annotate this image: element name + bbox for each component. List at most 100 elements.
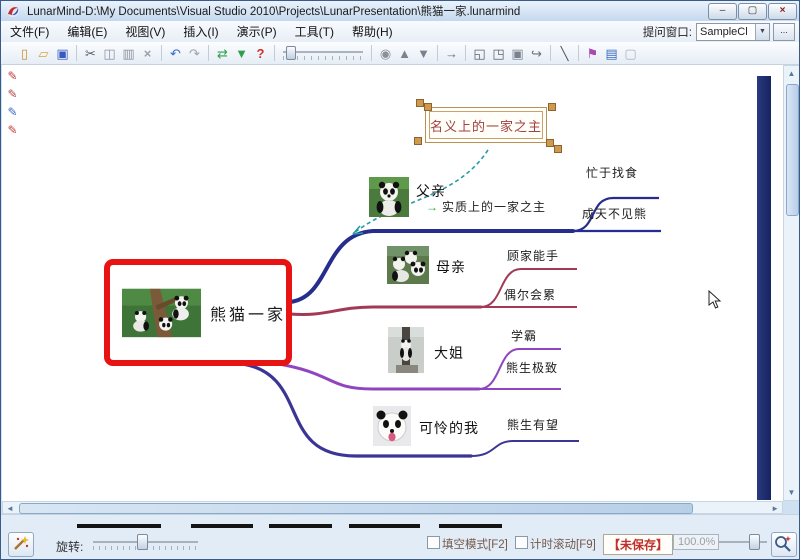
scroll-down-icon[interactable]: ▼: [784, 488, 799, 497]
horizontal-scrollbar[interactable]: ◄ ►: [2, 501, 783, 514]
leaf-label[interactable]: 偶尔会累: [504, 286, 556, 303]
app-logo-icon: [7, 5, 19, 17]
toolbar-separator: [465, 45, 466, 61]
magic-wand-icon: [14, 536, 29, 550]
leaf-label[interactable]: 忙于找食: [586, 164, 638, 181]
horizontal-scroll-thumb[interactable]: [19, 503, 693, 514]
vertical-scroll-thumb[interactable]: [786, 84, 799, 216]
expand-all-icon[interactable]: ▲: [395, 44, 414, 63]
toolbar-separator: [578, 45, 579, 61]
selection-handle[interactable]: [546, 139, 554, 147]
slider-thumb[interactable]: [137, 534, 148, 550]
menu-tools[interactable]: 工具(T): [286, 21, 343, 42]
selection-handle[interactable]: [548, 103, 556, 111]
browse-more-button[interactable]: ...: [773, 22, 795, 41]
me-panda-photo: [373, 406, 411, 446]
window-panel-icon[interactable]: ▢: [621, 44, 640, 63]
sister-panda-photo: [388, 327, 424, 373]
fill-mode-label[interactable]: 填空模式[F2]: [442, 536, 508, 552]
mindmap-canvas[interactable]: ✎ ✎ ✎ ✎ 名义上的一家之主 熊猫一家 父亲 → 实质上的一家之主 忙于找食…: [2, 65, 783, 501]
fill-mode-checkbox[interactable]: [427, 536, 440, 549]
leaf-label[interactable]: 熊生极致: [506, 359, 558, 376]
flag-icon[interactable]: ⚑: [583, 44, 602, 63]
cut-icon[interactable]: ✂: [81, 44, 100, 63]
floating-topic-label: 名义上的一家之主: [429, 111, 543, 139]
send-back-icon[interactable]: ◳: [489, 44, 508, 63]
draw-line-icon[interactable]: ╲: [555, 44, 574, 63]
minimize-button[interactable]: –: [708, 2, 737, 20]
menu-bar: 文件(F) 编辑(E) 视图(V) 插入(I) 演示(P) 工具(T) 帮助(H…: [1, 21, 799, 43]
menu-view[interactable]: 视图(V): [116, 21, 174, 42]
scroll-up-icon[interactable]: ▲: [784, 69, 799, 78]
jump-to-icon[interactable]: →: [442, 44, 461, 63]
menu-edit[interactable]: 编辑(E): [58, 21, 116, 42]
leaf-label[interactable]: 顾家能手: [507, 247, 559, 264]
scroll-left-icon[interactable]: ◄: [6, 504, 14, 513]
timed-scroll-checkbox[interactable]: [515, 536, 528, 549]
magnifier-button[interactable]: [771, 532, 797, 557]
selection-handle[interactable]: [416, 99, 424, 107]
toolbar-separator: [437, 45, 438, 61]
selection-handle[interactable]: [414, 137, 422, 145]
view-icon[interactable]: ◉: [376, 44, 395, 63]
maximize-button[interactable]: ▢: [738, 2, 767, 20]
root-topic-label: 熊猫一家: [209, 306, 286, 324]
vertical-scrollbar[interactable]: ▲ ▼: [783, 65, 799, 501]
floating-topic-node[interactable]: 名义上的一家之主: [425, 107, 547, 143]
collapse-all-icon[interactable]: ▼: [414, 44, 433, 63]
help-icon[interactable]: ?: [251, 44, 270, 63]
mother-panda-photo: [387, 246, 429, 284]
delete-icon[interactable]: ×: [138, 44, 157, 63]
open-folder-icon[interactable]: ▱: [34, 44, 53, 63]
selection-handle[interactable]: [424, 103, 432, 111]
prompt-window-select[interactable]: SampleCl ▼: [696, 22, 770, 41]
father-note[interactable]: → 实质上的一家之主: [426, 198, 546, 215]
filter-icon[interactable]: ▼: [232, 44, 251, 63]
undo-icon[interactable]: ↶: [166, 44, 185, 63]
chevron-down-icon[interactable]: ▼: [755, 23, 769, 40]
prompt-window-label: 提问窗口:: [642, 26, 692, 39]
close-button[interactable]: ×: [768, 2, 797, 20]
magic-wand-button[interactable]: [8, 532, 34, 557]
menu-help[interactable]: 帮助(H): [343, 21, 402, 42]
curve-arrow-icon[interactable]: ↪: [527, 44, 546, 63]
slider-thumb[interactable]: [286, 46, 296, 60]
paste-icon[interactable]: ▥: [119, 44, 138, 63]
branch-label-me[interactable]: 可怜的我: [419, 418, 479, 438]
menu-insert[interactable]: 插入(I): [174, 21, 227, 42]
new-file-icon[interactable]: ▯: [15, 44, 34, 63]
toolbar-separator: [208, 45, 209, 61]
timeline-segment: [439, 524, 502, 528]
green-arrow-icon: →: [426, 200, 439, 214]
scroll-right-icon[interactable]: ►: [771, 504, 779, 513]
branch-label-mother[interactable]: 母亲: [436, 257, 466, 277]
window-title: LunarMind-D:\My Documents\Visual Studio …: [27, 6, 521, 18]
view-zoom-slider[interactable]: [719, 534, 767, 552]
bring-front-icon[interactable]: ◱: [470, 44, 489, 63]
rotate-label: 旋转:: [56, 540, 84, 554]
slider-thumb[interactable]: [749, 534, 760, 550]
toolbar-zoom-slider[interactable]: [283, 45, 363, 61]
leaf-label[interactable]: 成天不见熊: [582, 205, 647, 222]
father-note-label: 实质上的一家之主: [442, 200, 547, 214]
timed-scroll-label[interactable]: 计时滚动[F9]: [530, 536, 596, 552]
menu-file[interactable]: 文件(F): [1, 21, 58, 42]
menu-present[interactable]: 演示(P): [228, 21, 286, 42]
panda-family-photo: [122, 288, 201, 337]
save-icon[interactable]: ▣: [53, 44, 72, 63]
rotate-slider[interactable]: [93, 534, 198, 552]
root-topic-node[interactable]: 熊猫一家: [104, 259, 292, 366]
notes-panel-icon[interactable]: ▤: [602, 44, 621, 63]
copy-icon[interactable]: ◫: [100, 44, 119, 63]
timeline-segment: [77, 524, 161, 528]
redo-icon[interactable]: ↷: [185, 44, 204, 63]
leaf-label[interactable]: 学霸: [511, 327, 537, 344]
convert-icon[interactable]: ⇄: [213, 44, 232, 63]
bottom-panel: 旋转: 填空模式[F2] 计时滚动[F9] 【未保存】 100.0%: [1, 514, 799, 559]
main-toolbar: ▯ ▱ ▣ ✂ ◫ ▥ × ↶ ↷ ⇄ ▼ ? ◉ ▲ ▼ → ◱ ◳ ▣ ↪ …: [1, 42, 799, 65]
fill-shape-icon[interactable]: ▣: [508, 44, 527, 63]
magnifier-icon: [775, 536, 791, 552]
leaf-label[interactable]: 熊生有望: [507, 416, 559, 433]
selection-handle[interactable]: [554, 145, 562, 153]
branch-label-sister[interactable]: 大姐: [434, 343, 464, 363]
